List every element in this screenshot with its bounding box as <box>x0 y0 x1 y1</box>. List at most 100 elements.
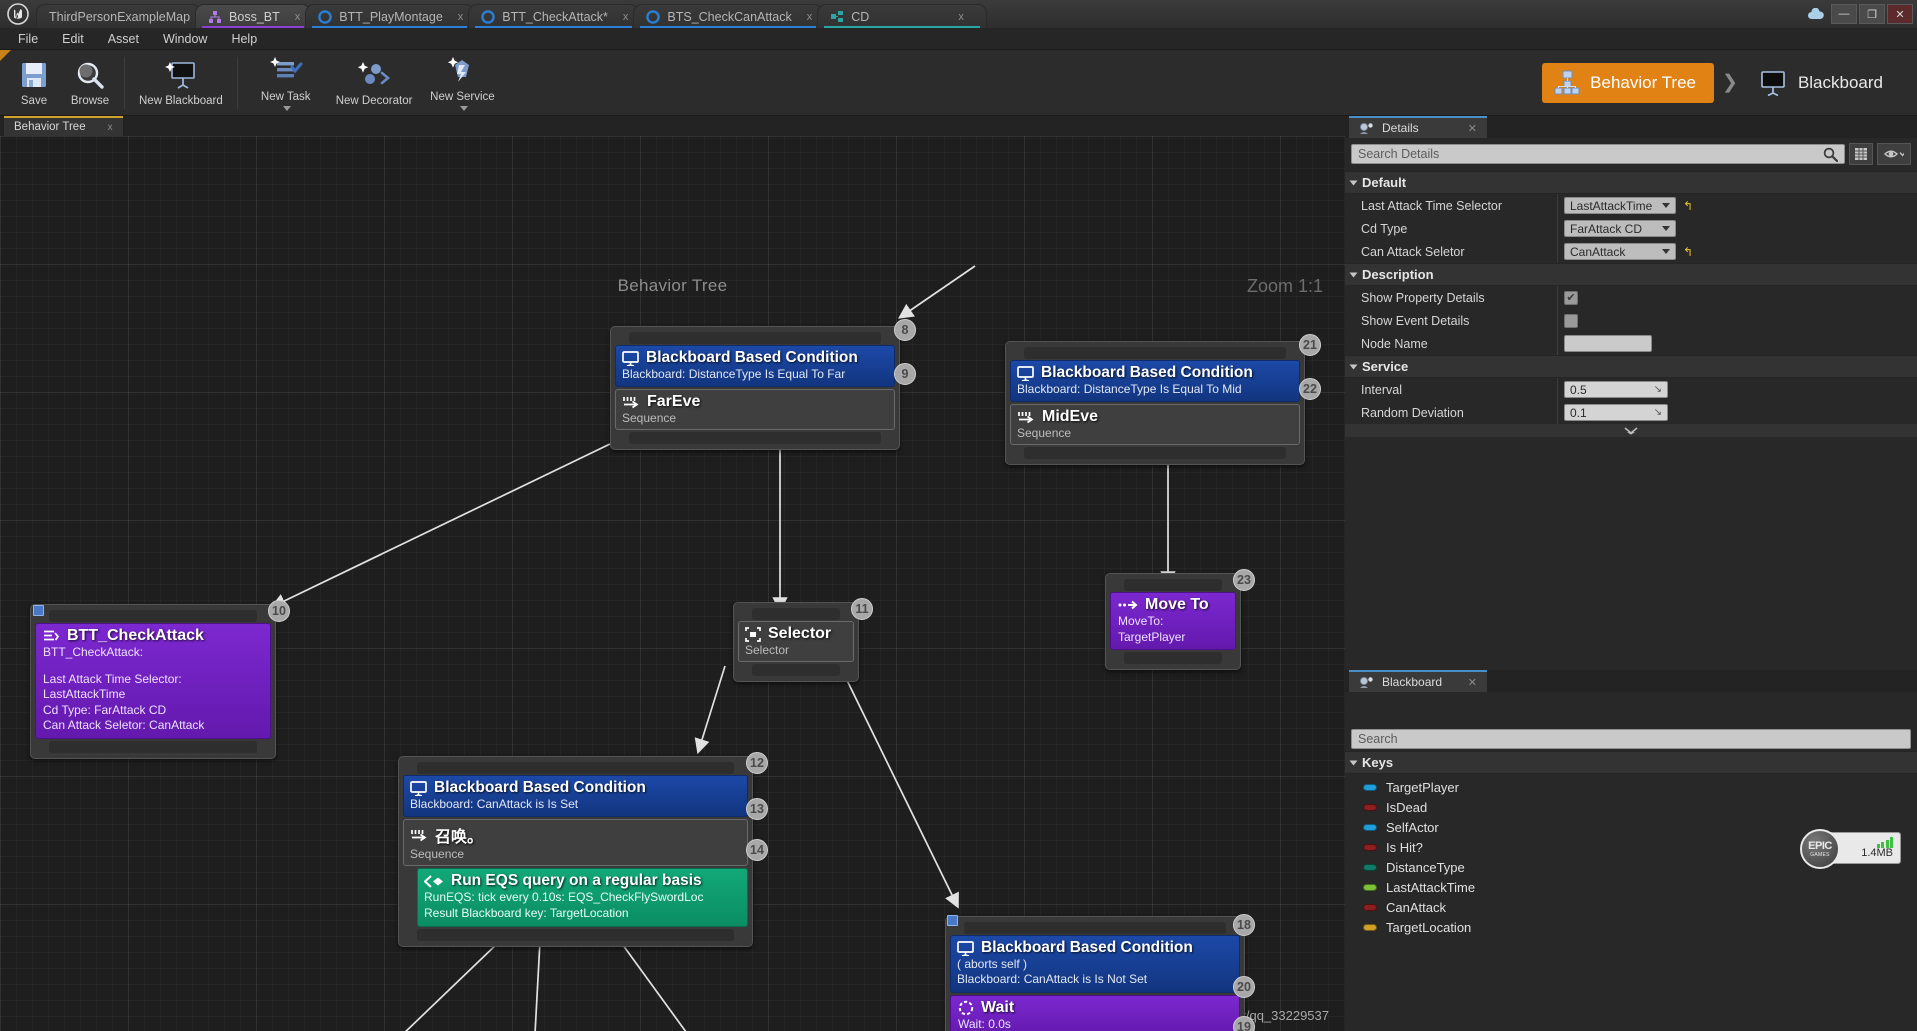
graph-tab-behavior-tree[interactable]: Behavior Tree x <box>4 116 123 136</box>
new-service-button[interactable]: New Service <box>420 53 504 113</box>
behavior-tree-graph-canvas[interactable]: Behavior Tree Zoom 1:1 BEHAVIOR TREE htt… <box>0 136 1345 1031</box>
blackboard-panel-close-icon[interactable]: ✕ <box>1468 676 1477 689</box>
details-panel-tab[interactable]: Details ✕ <box>1349 116 1487 138</box>
node-btt-checkattack[interactable]: 10 BTT_CheckAttack BTT_CheckAttack: Last… <box>30 600 290 759</box>
task-wait[interactable]: Wait Wait: 0.0s <box>950 994 1240 1031</box>
node-output-pin[interactable] <box>1124 652 1222 665</box>
details-panel-close-icon[interactable]: ✕ <box>1468 122 1477 135</box>
node-input-pin[interactable] <box>964 922 1226 934</box>
cloud-icon[interactable] <box>1803 4 1829 24</box>
blackboard-key-row[interactable]: TargetLocation <box>1345 917 1917 937</box>
random-deviation-input[interactable]: 0.1 ↘ <box>1564 404 1668 421</box>
new-blackboard-button[interactable]: New Blackboard <box>131 53 231 113</box>
chevron-down-icon[interactable] <box>459 106 468 111</box>
mode-blackboard[interactable]: Blackboard <box>1746 63 1901 103</box>
tab-close-icon[interactable]: x <box>623 11 629 23</box>
decorator-blackboard-based-condition-aborts[interactable]: Blackboard Based Condition ( aborts self… <box>950 935 1240 993</box>
epic-memory-badge[interactable]: EPIC GAMES 1.4MB <box>1800 829 1901 869</box>
graph-tab-close-icon[interactable]: x <box>108 122 113 133</box>
task-move-to[interactable]: Move To MoveTo: TargetPlayer <box>1110 592 1236 651</box>
new-decorator-button[interactable]: New Decorator <box>328 53 421 113</box>
property-row-show-property-details: Show Property Details ✔ <box>1345 286 1917 309</box>
new-task-button[interactable]: New Task <box>244 53 328 113</box>
node-mid-eve[interactable]: 21 22 Blackboard Based Condition Blackbo… <box>1005 334 1321 466</box>
details-search-input[interactable]: Search Details <box>1351 144 1845 164</box>
menu-item-window[interactable]: Window <box>151 30 219 48</box>
service-run-eqs-query[interactable]: Run EQS query on a regular basis RunEQS:… <box>417 868 748 927</box>
decorator-blackboard-based-condition[interactable]: Blackboard Based Condition Blackboard: D… <box>615 345 895 388</box>
node-moveto-mid[interactable]: 23 Move To MoveTo: TargetPlayer <box>1105 569 1255 671</box>
property-value <box>1557 309 1917 332</box>
blackboard-keys-header[interactable]: Keys <box>1345 751 1917 774</box>
node-input-pin[interactable] <box>417 762 734 774</box>
chevron-down-icon[interactable] <box>283 106 292 111</box>
blackboard-key-row[interactable]: CanAttack <box>1345 897 1917 917</box>
can-attack-seletor-dropdown[interactable]: CanAttack <box>1564 243 1676 260</box>
revert-icon[interactable]: ↰ <box>1683 245 1693 259</box>
decorator-blackboard-based-condition[interactable]: Blackboard Based Condition Blackboard: D… <box>1010 360 1300 403</box>
minimize-button[interactable]: — <box>1831 4 1857 24</box>
details-visibility-button[interactable] <box>1877 143 1911 165</box>
composite-selector[interactable]: Selector Selector <box>738 621 854 662</box>
tab-btt-playmontage[interactable]: BTT_PlayMontage x <box>305 4 475 28</box>
blackboard-key-row[interactable]: TargetPlayer <box>1345 777 1917 797</box>
browse-button[interactable]: Browse <box>62 53 118 113</box>
composite-sequence-zhaohuan[interactable]: 召唤。 Sequence <box>403 819 748 867</box>
details-grid-view-button[interactable] <box>1849 143 1873 165</box>
menu-item-asset[interactable]: Asset <box>96 30 151 48</box>
details-section-default-header[interactable]: Default <box>1345 171 1917 194</box>
show-event-details-checkbox[interactable] <box>1564 313 1578 328</box>
node-input-pin[interactable] <box>629 332 881 344</box>
menu-item-help[interactable]: Help <box>219 30 269 48</box>
tab-third-person-example-map[interactable]: ThirdPersonExampleMap <box>36 4 202 28</box>
show-property-details-checkbox[interactable]: ✔ <box>1564 290 1578 305</box>
node-input-pin[interactable] <box>49 610 257 622</box>
save-button[interactable]: Save <box>6 53 62 113</box>
details-section-description-header[interactable]: Description <box>1345 263 1917 286</box>
tab-close-icon[interactable]: x <box>295 11 301 23</box>
node-wait-canattack[interactable]: 18 20 19 Blackboard Based Condition ( ab… <box>945 914 1255 1031</box>
tab-bts-checkcanattack[interactable]: BTS_CheckCanAttack x <box>633 4 824 28</box>
revert-icon[interactable]: ↰ <box>1683 199 1693 213</box>
tab-boss-bt[interactable]: Boss_BT x <box>195 4 312 28</box>
node-output-pin[interactable] <box>49 740 257 753</box>
node-input-pin[interactable] <box>752 608 840 620</box>
node-name-input[interactable] <box>1564 335 1652 352</box>
mode-behavior-tree[interactable]: Behavior Tree <box>1542 62 1715 103</box>
node-output-pin[interactable] <box>629 432 881 445</box>
node-input-pin[interactable] <box>1024 347 1286 359</box>
cd-type-dropdown[interactable]: FarAttack CD <box>1564 220 1676 237</box>
node-zhaohuan[interactable]: 12 13 14 Blackboard Based Condition Blac… <box>398 752 768 947</box>
chevron-down-icon <box>1662 226 1670 231</box>
blackboard-key-row[interactable]: LastAttackTime <box>1345 877 1917 897</box>
composite-sequence-fareve[interactable]: FarEve Sequence <box>615 389 895 431</box>
maximize-button[interactable]: ❐ <box>1859 4 1885 24</box>
tab-cd[interactable]: CD x <box>817 4 988 28</box>
tab-close-icon[interactable]: x <box>458 11 464 23</box>
blackboard-search-input[interactable]: Search <box>1351 729 1911 749</box>
node-selector[interactable]: 11 Selector Selector <box>733 598 873 682</box>
tab-close-icon[interactable]: x <box>807 11 813 23</box>
node-input-pin[interactable] <box>1124 579 1222 591</box>
property-label: Show Event Details <box>1361 313 1470 328</box>
node-output-pin[interactable] <box>1024 447 1286 460</box>
close-button[interactable]: ✕ <box>1887 4 1913 24</box>
node-output-pin[interactable] <box>752 664 840 676</box>
interval-input[interactable]: 0.5 ↘ <box>1564 381 1668 398</box>
node-output-pin[interactable] <box>417 928 734 941</box>
details-expand-more-button[interactable] <box>1345 424 1917 437</box>
decorator-blackboard-based-condition[interactable]: Blackboard Based Condition Blackboard: C… <box>403 775 748 818</box>
details-section-service-header[interactable]: Service <box>1345 355 1917 378</box>
last-attack-time-selector-dropdown[interactable]: LastAttackTime <box>1564 197 1676 214</box>
tab-close-icon[interactable]: x <box>958 11 964 23</box>
spinner-icon[interactable]: ↘ <box>1654 407 1662 418</box>
composite-sequence-mideve[interactable]: MidEve Sequence <box>1010 404 1300 446</box>
task-btt-checkattack[interactable]: BTT_CheckAttack BTT_CheckAttack: Last At… <box>35 623 271 739</box>
blackboard-key-row[interactable]: IsDead <box>1345 797 1917 817</box>
spinner-icon[interactable]: ↘ <box>1654 384 1662 395</box>
tab-btt-checkattack[interactable]: BTT_CheckAttack* x <box>468 4 640 28</box>
menu-item-file[interactable]: File <box>6 30 50 48</box>
node-far-eve[interactable]: 8 9 Blackboard Based Condition Blackboar… <box>610 319 916 451</box>
menu-item-edit[interactable]: Edit <box>50 30 96 48</box>
blackboard-panel-tab[interactable]: Blackboard ✕ <box>1349 670 1487 692</box>
